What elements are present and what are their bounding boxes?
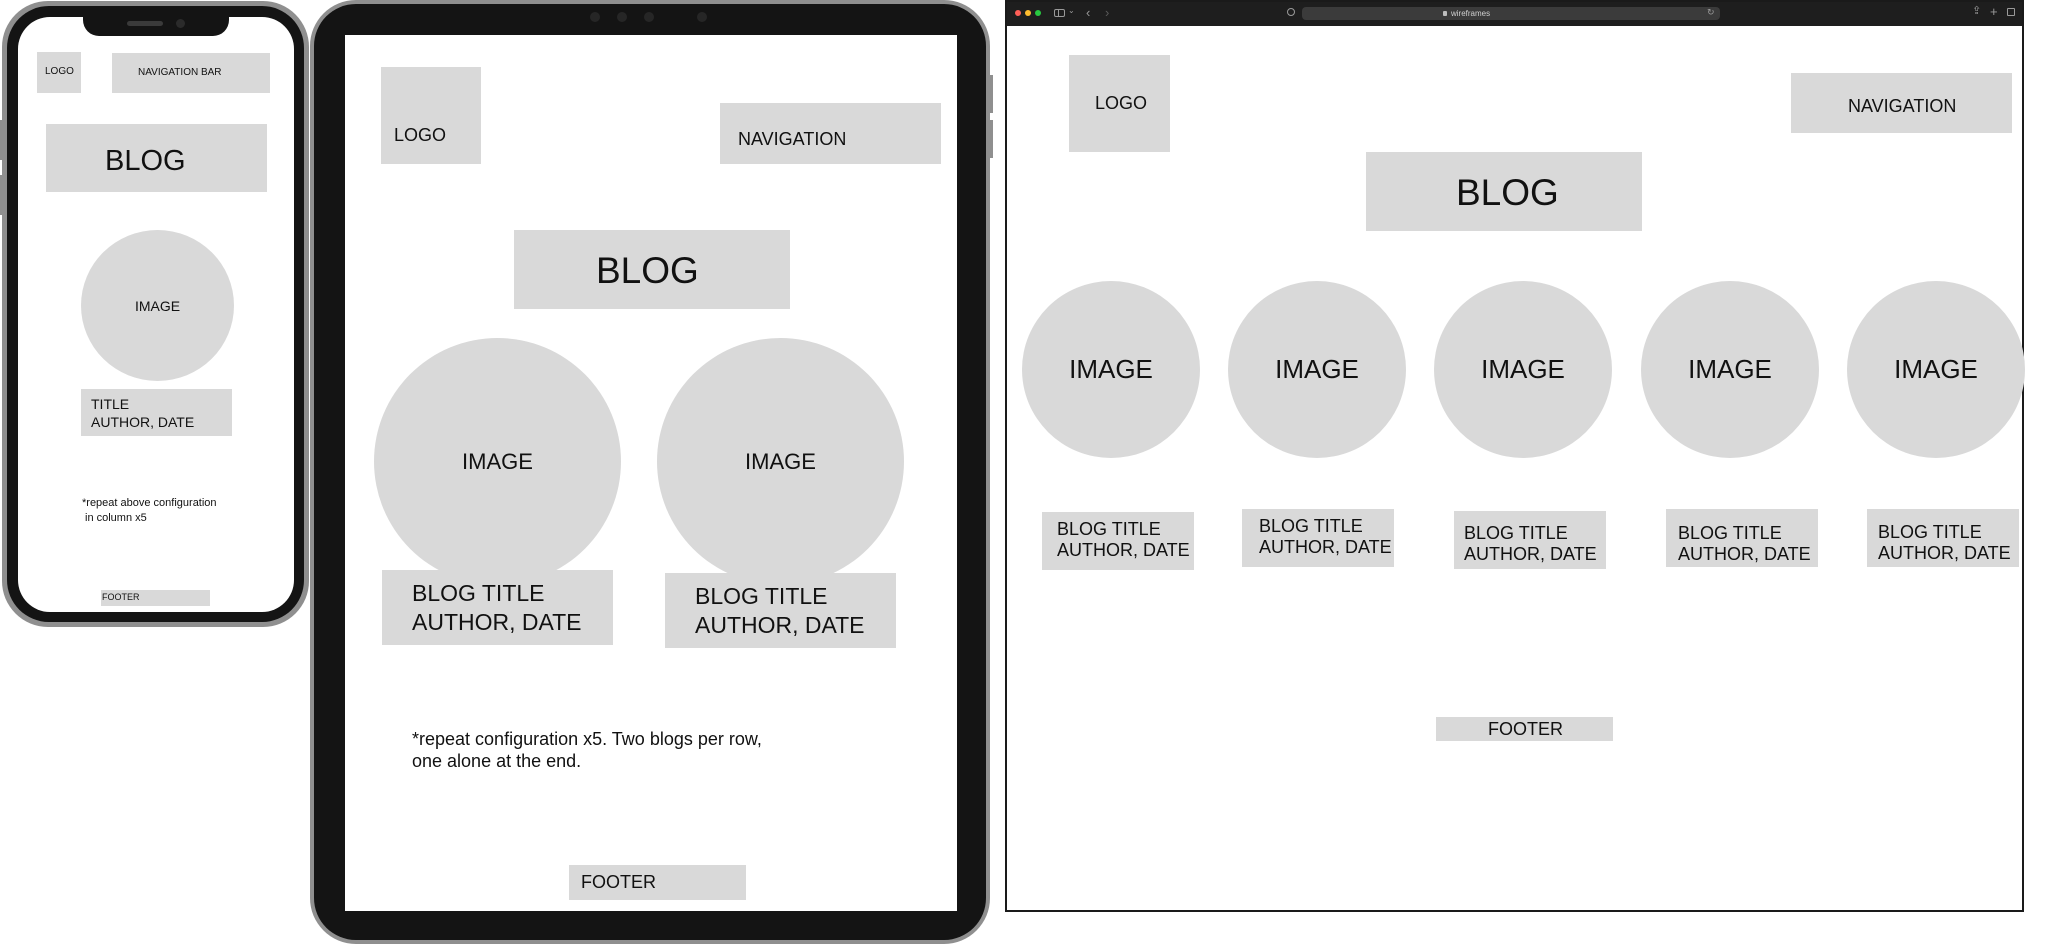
desktop-post-author-date: AUTHOR, DATE [1678,544,1811,564]
tablet-post-image-label: IMAGE [462,448,533,474]
camera-icon [644,12,654,22]
camera-icon [590,12,600,22]
tablet-navigation: NAVIGATION [720,103,941,164]
tablet-side-button [988,75,993,113]
tablet-logo-label: LOGO [394,125,447,145]
camera-icon [176,19,185,28]
phone-post-image: IMAGE [81,230,234,381]
tablet-logo: LOGO [381,67,481,164]
desktop-post-title: BLOG TITLE [1678,523,1782,543]
camera-icon [697,12,707,22]
phone-post-author-date: AUTHOR, DATE [91,414,195,430]
phone-logo-label: LOGO [45,66,74,77]
tablet-post-caption: BLOG TITLE AUTHOR, DATE [665,573,896,648]
desktop-footer: FOOTER [1436,717,1613,741]
tablet-post-author-date: AUTHOR, DATE [695,612,865,638]
back-icon[interactable]: ‹ [1086,6,1090,19]
phone-logo: LOGO [37,52,81,93]
chevron-down-icon[interactable]: ⌄ [1068,7,1075,15]
desktop-post-caption: BLOG TITLE AUTHOR, DATE [1666,509,1818,567]
tablet-post-image-label: IMAGE [745,448,816,474]
phone-navigation-bar: NAVIGATION BAR [112,53,270,93]
sidebar-icon[interactable] [1054,9,1065,17]
new-tab-icon[interactable]: + [1990,5,1998,18]
phone-footer: FOOTER [101,590,210,606]
desktop-logo: LOGO [1069,55,1170,152]
desktop-post-caption: BLOG TITLE AUTHOR, DATE [1867,509,2019,567]
desktop-post-caption: BLOG TITLE AUTHOR, DATE [1242,509,1394,567]
tablet-repeat-note: one alone at the end. [412,751,582,771]
phone-blog-heading-box: BLOG [46,124,267,192]
share-icon[interactable]: ⇪ [1972,6,1981,17]
desktop-post-caption: BLOG TITLE AUTHOR, DATE [1042,512,1194,570]
tablet-footer: FOOTER [569,865,746,900]
phone-side-button [0,120,3,160]
zoom-window-dot[interactable] [1035,10,1041,16]
desktop-post-image: IMAGE [1228,281,1406,458]
tablet-post-image: IMAGE [657,338,904,585]
desktop-post-title: BLOG TITLE [1259,516,1363,536]
desktop-footer-label: FOOTER [1488,719,1563,739]
desktop-post-title: BLOG TITLE [1057,519,1161,539]
phone-repeat-note: in column x5 [85,512,147,524]
tablet-screen: LOGO NAVIGATION BLOG IMAGE BLOG TITLE AU… [345,35,957,911]
desktop-post-title: BLOG TITLE [1878,522,1982,542]
desktop-post-image-label: IMAGE [1069,354,1153,384]
address-bar[interactable]: wireframes ↻ [1302,7,1720,20]
phone-blog-heading: BLOG [105,145,186,177]
desktop-navigation: NAVIGATION [1791,73,2012,133]
desktop-post-image-label: IMAGE [1481,354,1565,384]
desktop-blog-heading-box: BLOG [1366,152,1642,231]
phone-repeat-note: *repeat above configuration [82,497,217,509]
tablet-post-title: BLOG TITLE [412,580,545,606]
desktop-post-image: IMAGE [1641,281,1819,458]
tablet-footer-label: FOOTER [581,872,656,892]
lock-icon [1443,11,1447,16]
close-window-dot[interactable] [1015,10,1021,16]
desktop-post-author-date: AUTHOR, DATE [1464,544,1597,564]
phone-side-button [0,175,3,215]
phone-post-caption: TITLE AUTHOR, DATE [81,389,232,436]
tablet-post-title: BLOG TITLE [695,583,828,609]
desktop-post-caption: BLOG TITLE AUTHOR, DATE [1454,511,1606,569]
desktop-blog-heading: BLOG [1456,172,1559,213]
desktop-post-image-label: IMAGE [1688,354,1772,384]
desktop-post-image: IMAGE [1434,281,1612,458]
phone-navigation-label: NAVIGATION BAR [138,67,222,78]
desktop-navigation-label: NAVIGATION [1848,96,1957,116]
desktop-post-author-date: AUTHOR, DATE [1259,537,1392,557]
phone-post-image-label: IMAGE [134,297,181,314]
desktop-post-image-label: IMAGE [1275,354,1359,384]
address-bar-url: wireframes [1451,9,1491,18]
camera-icon [617,12,627,22]
tablet-navigation-label: NAVIGATION [738,129,847,149]
desktop-post-image: IMAGE [1847,281,2025,458]
sidebar-divider [1058,10,1059,16]
minimize-window-dot[interactable] [1025,10,1031,16]
tablet-post-author-date: AUTHOR, DATE [412,609,582,635]
forward-icon[interactable]: › [1105,6,1109,19]
tabs-overview-icon[interactable] [2007,8,2015,16]
speaker-icon [127,21,163,26]
desktop-post-title: BLOG TITLE [1464,523,1568,543]
phone-post-title: TITLE [91,396,130,412]
tablet-repeat-note: *repeat configuration x5. Two blogs per … [412,729,762,749]
tablet-post-caption: BLOG TITLE AUTHOR, DATE [382,570,613,645]
desktop-post-author-date: AUTHOR, DATE [1878,543,2011,563]
desktop-post-image: IMAGE [1022,281,1200,458]
tablet-top-button [900,0,944,3]
phone-notch [83,8,229,36]
tablet-blog-heading: BLOG [596,250,699,291]
desktop-post-author-date: AUTHOR, DATE [1057,540,1190,560]
desktop-post-image-label: IMAGE [1894,354,1978,384]
reload-icon[interactable]: ↻ [1707,8,1715,17]
desktop-logo-label: LOGO [1095,93,1148,113]
privacy-shield-icon[interactable] [1287,8,1295,16]
phone-footer-label: FOOTER [102,592,140,602]
phone-screen: LOGO NAVIGATION BAR BLOG IMAGE TITLE AUT… [18,17,294,612]
tablet-blog-heading-box: BLOG [514,230,790,309]
tablet-side-button [988,120,993,158]
tablet-post-image: IMAGE [374,338,621,585]
